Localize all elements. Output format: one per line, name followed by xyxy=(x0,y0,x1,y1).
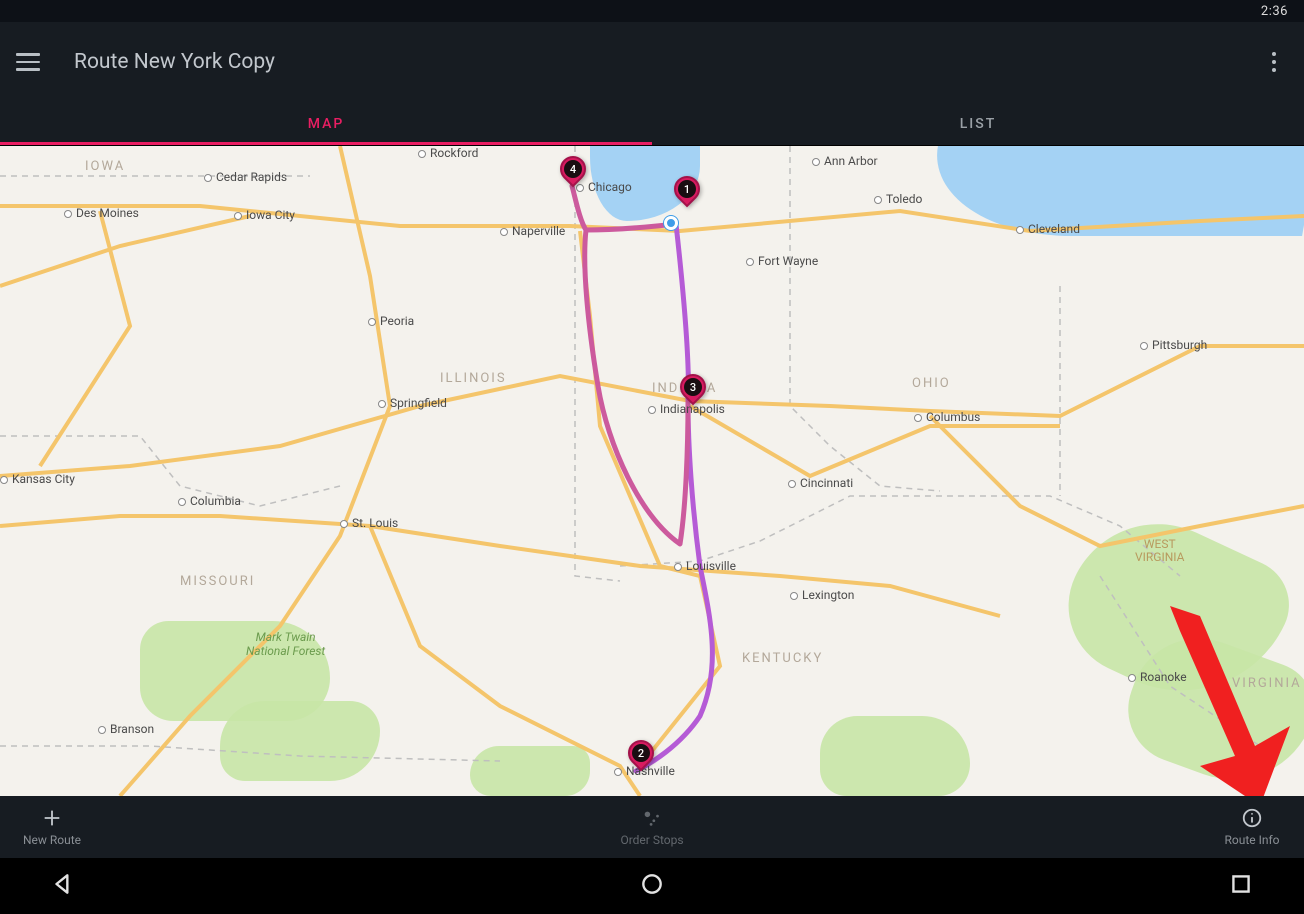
recents-icon xyxy=(1228,871,1254,897)
state-label: WEST VIRGINIA xyxy=(1135,538,1185,564)
app-bar: Route New York Copy xyxy=(0,22,1304,102)
city-label: Pittsburgh xyxy=(1140,338,1207,352)
tabs: MAP LIST xyxy=(0,102,1304,146)
state-label: OHIO xyxy=(912,376,951,391)
city-label: Naperville xyxy=(500,224,565,238)
city-label: Kansas City xyxy=(0,472,75,486)
new-route-button[interactable]: New Route xyxy=(12,807,92,847)
order-stops-label: Order Stops xyxy=(620,833,683,847)
city-label: Cedar Rapids xyxy=(204,170,287,184)
state-label: ILLINOIS xyxy=(440,371,507,386)
map-canvas[interactable]: IOWA ILLINOIS MISSOURI INDIANA OHIO KENT… xyxy=(0,146,1304,796)
city-label: Des Moines xyxy=(64,206,139,220)
back-button[interactable] xyxy=(50,871,76,901)
city-label: Peoria xyxy=(368,314,414,328)
menu-icon[interactable] xyxy=(16,48,44,76)
city-label: Springfield xyxy=(378,396,447,410)
city-label: Columbus xyxy=(914,410,980,424)
city-label: Rockford xyxy=(418,146,478,160)
route-info-label: Route Info xyxy=(1224,833,1279,847)
route-info-button[interactable]: Route Info xyxy=(1212,807,1292,847)
city-label: Fort Wayne xyxy=(746,254,818,268)
status-time: 2:36 xyxy=(1261,4,1288,19)
city-label: Louisville xyxy=(674,559,736,573)
state-label: VIRGINIA xyxy=(1232,676,1302,691)
home-button[interactable] xyxy=(639,871,665,901)
home-icon xyxy=(639,871,665,897)
city-label: Lexington xyxy=(790,588,854,602)
city-label: Chicago xyxy=(576,180,632,194)
tab-list[interactable]: LIST xyxy=(652,102,1304,145)
city-label: Columbia xyxy=(178,494,241,508)
order-stops-button[interactable]: Order Stops xyxy=(612,807,692,847)
city-label: Iowa City xyxy=(234,208,295,222)
city-label: Cleveland xyxy=(1016,222,1080,236)
city-label: Branson xyxy=(98,722,154,736)
feature-label: Mark Twain National Forest xyxy=(246,630,325,659)
new-route-label: New Route xyxy=(23,833,81,847)
page-title: Route New York Copy xyxy=(74,50,275,74)
state-label: MISSOURI xyxy=(180,574,255,589)
city-label: Ann Arbor xyxy=(812,154,878,168)
recents-button[interactable] xyxy=(1228,871,1254,901)
order-stops-icon xyxy=(641,807,663,829)
map-roads xyxy=(0,146,1304,796)
info-icon xyxy=(1241,807,1263,829)
plus-icon xyxy=(41,807,63,829)
overflow-menu-icon[interactable] xyxy=(1260,48,1288,76)
current-location-icon xyxy=(664,216,678,230)
state-label: IOWA xyxy=(85,159,125,174)
city-label: Roanoke xyxy=(1128,670,1187,684)
city-label: St. Louis xyxy=(340,516,398,530)
back-icon xyxy=(50,871,76,897)
city-label: Indianapolis xyxy=(648,402,725,416)
bottom-bar: New Route Order Stops Route Info xyxy=(0,796,1304,858)
state-label: KENTUCKY xyxy=(742,651,823,666)
system-nav-bar xyxy=(0,858,1304,914)
city-label: Toledo xyxy=(874,192,922,206)
status-bar: 2:36 xyxy=(0,0,1304,22)
tab-map[interactable]: MAP xyxy=(0,102,652,145)
city-label: Cincinnati xyxy=(788,476,853,490)
